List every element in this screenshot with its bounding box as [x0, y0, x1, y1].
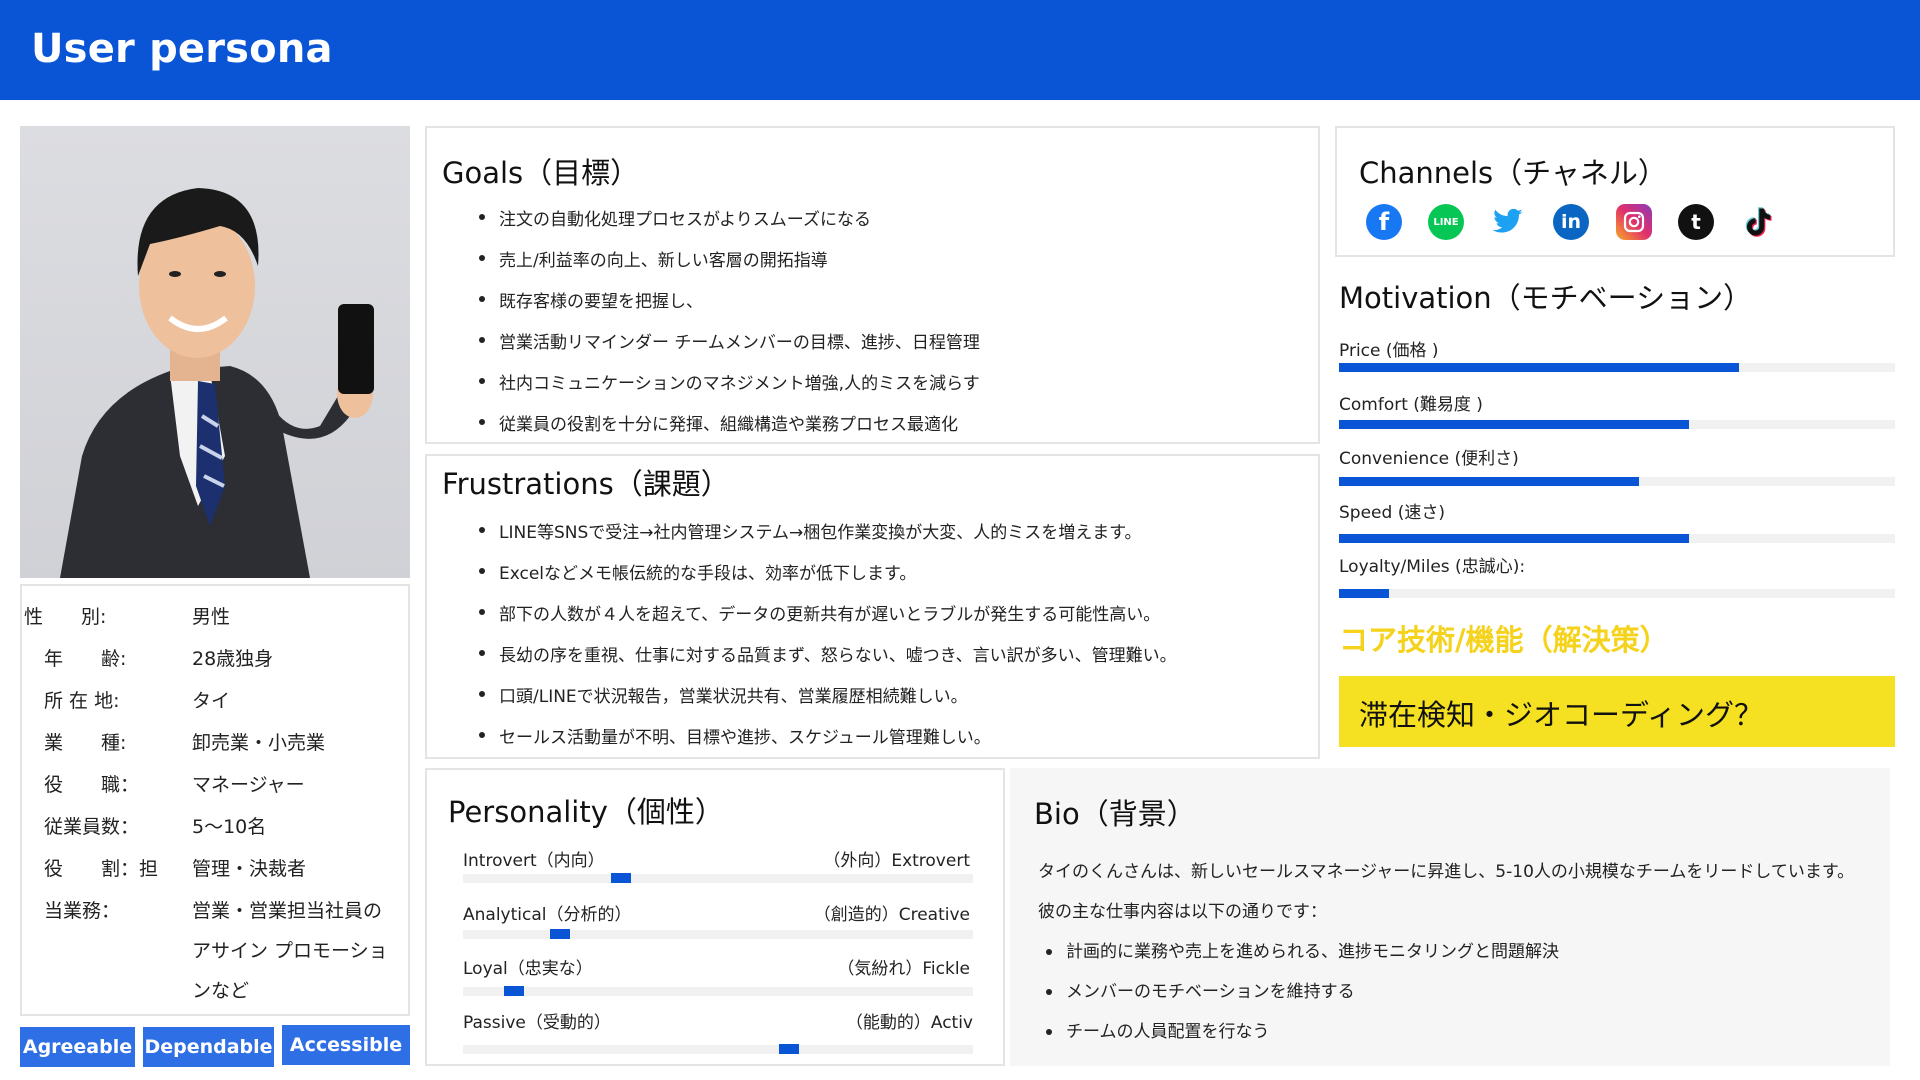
motivation-label-convenience: Convenience (便利さ): [1339, 449, 1519, 469]
personality-right-label: （外向）Extrovert: [823, 851, 970, 871]
goal-item: 売上/利益率の向上、新しい客層の開拓指導: [477, 246, 980, 271]
personality-scale-loyal: [463, 986, 973, 996]
personality-right-label: （能動的）Activ: [845, 1013, 973, 1033]
frustration-item: セールス活動量が不明、目標や進捗、スケジュール管理難しい。: [477, 723, 1177, 748]
role-label: 役 割：担: [44, 858, 159, 880]
motivation-fill: [1339, 363, 1740, 372]
motivation-bar-comfort: [1339, 420, 1895, 429]
frustration-item: Excelなどメモ帳伝統的な手段は、効率が低下します。: [477, 559, 1177, 584]
motivation-label-speed: Speed (速さ): [1339, 503, 1445, 523]
personality-left-label: Passive（受動的）: [463, 1013, 611, 1033]
industry-label: 業 種:: [44, 732, 127, 754]
tumblr-icon[interactable]: t: [1678, 204, 1714, 240]
frustrations-list: LINE等SNSで受注→社内管理システム→梱包作業変換が大変、人的ミスを増えます…: [477, 518, 1177, 748]
goal-item: 既存客様の要望を把握し、: [477, 287, 980, 312]
motivation-bar-loyalty: [1339, 589, 1895, 598]
personality-right-label: （創造的）Creative: [813, 905, 970, 925]
motivation-label-comfort: Comfort (難易度 ): [1339, 395, 1483, 415]
bio-title: Bio（背景）: [1034, 797, 1196, 831]
motivation-fill: [1339, 534, 1690, 543]
personality-marker: [504, 986, 524, 996]
location-label: 所 在 地:: [44, 690, 120, 712]
personality-scale-analytical: [463, 929, 973, 939]
motivation-bar-speed: [1339, 534, 1895, 543]
personality-marker: [550, 929, 570, 939]
channels-title: Channels（チャネル）: [1359, 156, 1667, 190]
employees-value: 5〜10名: [192, 816, 267, 838]
goal-item: 営業活動リマインダー チームメンバーの目標、進捗、日程管理: [477, 328, 980, 353]
tiktok-icon[interactable]: [1740, 204, 1776, 240]
goals-list: 注文の自動化処理プロセスがよりスムーズになる 売上/利益率の向上、新しい客層の開…: [477, 205, 980, 435]
core-tech-title: コア技術/機能（解決策）: [1339, 623, 1669, 657]
personality-title: Personality（個性）: [448, 795, 724, 829]
location-value: タイ: [192, 690, 231, 712]
duties-label: 当業務：: [44, 900, 121, 922]
goal-item: 社内コミュニケーションのマネジメント増強,人的ミスを減らす: [477, 369, 980, 394]
motivation-title: Motivation（モチベーション）: [1339, 281, 1753, 315]
twitter-icon[interactable]: [1490, 204, 1526, 240]
personality-marker: [611, 873, 631, 883]
personality-right-label: （気紛れ）Fickle: [837, 959, 970, 979]
solution-box: 滞在検知・ジオコーディング？: [1339, 676, 1895, 747]
position-value: マネージャー: [192, 774, 305, 796]
line-icon[interactable]: LINE: [1428, 204, 1464, 240]
duties-value-line3: ンなど: [192, 980, 250, 1002]
personality-scale-introvert: [463, 873, 973, 883]
motivation-fill: [1339, 589, 1390, 598]
header-bar: User persona: [0, 0, 1920, 100]
page-title: User persona: [31, 26, 333, 72]
gender-label: 性 別:: [24, 606, 107, 628]
bio-item: 計画的に業務や売上を進められる、進捗モニタリングと問題解決: [1044, 932, 1868, 972]
motivation-bar-price: [1339, 363, 1895, 372]
goals-title: Goals（目標）: [442, 156, 640, 190]
age-value: 28歳独身: [192, 648, 274, 670]
frustration-item: 部下の人数が４人を超えて、データの更新共有が遅いとラブルが発生する可能性高い。: [477, 600, 1177, 625]
linkedin-icon[interactable]: in: [1553, 204, 1589, 240]
frustrations-title: Frustrations（課題）: [442, 467, 730, 501]
motivation-bar-convenience: [1339, 477, 1895, 486]
frustration-item: 口頭/LINEで状況報告，営業状況共有、営業履歴相続難しい。: [477, 682, 1177, 707]
frustration-item: 長幼の序を重視、仕事に対する品質まず、怒らない、嘘つき、言い訳が多い、管理難い。: [477, 641, 1177, 666]
instagram-icon[interactable]: [1616, 204, 1652, 240]
frustration-item: LINE等SNSで受注→社内管理システム→梱包作業変換が大変、人的ミスを増えます…: [477, 518, 1177, 543]
personality-left-label: Loyal（忠実な）: [463, 959, 593, 979]
persona-illustration: [60, 188, 374, 578]
role-value: 管理・決裁者: [192, 858, 307, 880]
personality-left-label: Introvert（内向）: [463, 851, 605, 871]
bio-list: 計画的に業務や売上を進められる、進捗モニタリングと問題解決 メンバーのモチベーシ…: [1044, 932, 1868, 1052]
bio-paragraph: タイのくんさんは、新しいセールスマネージャーに昇進し、5-10人の小規模なチーム…: [1038, 862, 1855, 922]
tag-agreeable: Agreeable: [20, 1027, 135, 1067]
duties-value: 営業・営業担当社員の: [192, 900, 383, 922]
personality-marker: [779, 1044, 799, 1054]
motivation-label-loyalty: Loyalty/Miles (忠誠心):: [1339, 557, 1526, 577]
employees-label: 従業員数：: [44, 816, 140, 838]
tag-accessible: Accessible: [282, 1025, 410, 1065]
age-label: 年 齢:: [44, 648, 127, 670]
industry-value: 卸売業・小売業: [192, 732, 326, 754]
personality-left-label: Analytical（分析的）: [463, 905, 632, 925]
position-label: 役 職：: [44, 774, 140, 796]
solution-text: 滞在検知・ジオコーディング？: [1359, 698, 1763, 732]
bio-content: タイのくんさんは、新しいセールスマネージャーに昇進し、5-10人の小規模なチーム…: [1038, 852, 1868, 1052]
motivation-label-price: Price (価格 ): [1339, 341, 1439, 361]
facebook-icon[interactable]: f: [1366, 204, 1402, 240]
bio-item: メンバーのモチベーションを維持する: [1044, 972, 1868, 1012]
motivation-fill: [1339, 420, 1690, 429]
motivation-fill: [1339, 477, 1640, 486]
tag-dependable: Dependable: [143, 1027, 274, 1067]
personality-scale-passive: [463, 1044, 973, 1054]
gender-value: 男性: [192, 606, 231, 628]
duties-value-line2: アサイン プロモーショ: [192, 940, 388, 962]
persona-photo: [20, 126, 410, 578]
goal-item: 注文の自動化処理プロセスがよりスムーズになる: [477, 205, 980, 230]
bio-item: チームの人員配置を行なう: [1044, 1012, 1868, 1052]
goal-item: 従業員の役割を十分に発揮、組織構造や業務プロセス最適化: [477, 410, 980, 435]
